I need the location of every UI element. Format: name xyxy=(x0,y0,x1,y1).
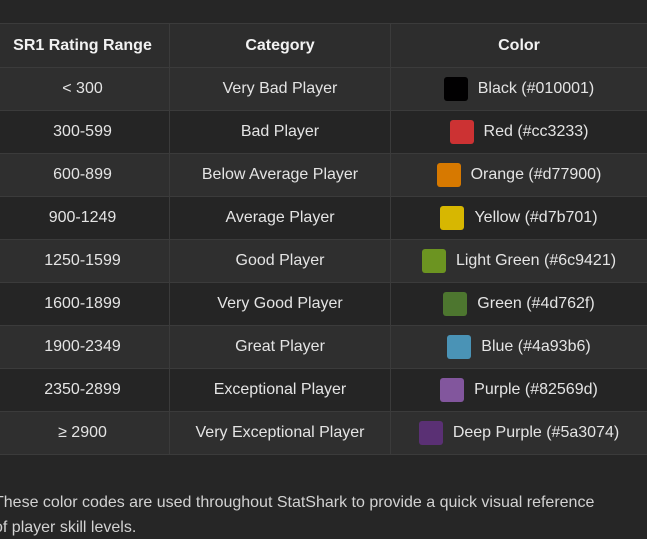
color-swatch xyxy=(436,163,461,187)
rating-range-cell: 600-899 xyxy=(0,154,170,196)
table-row: 1250-1599 Good Player Light Green (#6c9421… xyxy=(0,240,647,283)
skill-color-table: SR1 Rating Range Category Color < 300 Ver… xyxy=(0,23,647,455)
color-label: Blue (#4a93b6) xyxy=(481,338,591,355)
color-label: Red (#cc3233) xyxy=(483,123,589,140)
category-cell: Bad Player xyxy=(170,111,391,153)
table-row: < 300 Very Bad Player Black (#010001) xyxy=(0,68,647,111)
note-line-2: of player skill levels. xyxy=(0,519,137,536)
color-label: Orange (#d77900) xyxy=(470,166,602,183)
category-cell: Exceptional Player xyxy=(170,369,391,411)
category-cell: Very Exceptional Player xyxy=(170,412,391,454)
header-color: Color xyxy=(498,36,540,54)
color-swatch xyxy=(443,292,468,316)
table-row: 1900-2349 Great Player Blue (#4a93b6) xyxy=(0,326,647,369)
header-category: Category xyxy=(170,24,391,67)
color-label: Green (#4d762f) xyxy=(477,295,595,312)
color-swatch xyxy=(418,421,443,445)
color-cell: Light Green (#6c9421) xyxy=(391,240,647,282)
table-row: 900-1249 Average Player Yellow (#d7b701) xyxy=(0,197,647,240)
category-cell: Average Player xyxy=(170,197,391,239)
color-swatch xyxy=(421,249,446,273)
color-swatch xyxy=(440,378,465,402)
category-cell: Good Player xyxy=(170,240,391,282)
color-label: Deep Purple (#5a3074) xyxy=(452,424,620,441)
note-line-1: These color codes are used throughout St… xyxy=(0,494,595,511)
table-row: 300-599 Bad Player Red (#cc3233) xyxy=(0,111,647,154)
rating-range-cell: 1900-2349 xyxy=(0,326,170,368)
color-label: Black (#010001) xyxy=(477,80,595,97)
color-cell: Black (#010001) xyxy=(391,68,647,110)
category-cell: Very Good Player xyxy=(170,283,391,325)
rating-range-cell: 2350-2899 xyxy=(0,369,170,411)
color-swatch xyxy=(449,120,474,144)
table-row: ≥ 2900 Very Exceptional Player Deep Purple… xyxy=(0,412,647,455)
category-cell: Very Bad Player xyxy=(170,68,391,110)
table-header-row: SR1 Rating Range Category Color xyxy=(0,24,647,68)
category-cell: Great Player xyxy=(170,326,391,368)
table-row: 600-899 Below Average Player Orange (#d779… xyxy=(0,154,647,197)
category-cell: Below Average Player xyxy=(170,154,391,196)
color-swatch xyxy=(443,77,468,101)
color-swatch xyxy=(440,206,465,230)
color-label: Light Green (#6c9421) xyxy=(455,252,617,269)
rating-range-cell: 900-1249 xyxy=(0,197,170,239)
rating-range-cell: < 300 xyxy=(0,68,170,110)
color-codes-note: These color codes are used throughout St… xyxy=(0,490,647,539)
color-cell: Red (#cc3233) xyxy=(391,111,647,153)
header-sr1-rating-range: SR1 Rating Range xyxy=(0,24,170,67)
color-swatch xyxy=(447,335,472,359)
table-row: 2350-2899 Exceptional Player Purple (#8256… xyxy=(0,369,647,412)
color-cell: Deep Purple (#5a3074) xyxy=(391,412,647,454)
color-cell: Yellow (#d7b701) xyxy=(391,197,647,239)
rating-range-cell: 1250-1599 xyxy=(0,240,170,282)
rating-range-cell: ≥ 2900 xyxy=(0,412,170,454)
color-label: Yellow (#d7b701) xyxy=(474,209,598,226)
color-cell: Purple (#82569d) xyxy=(391,369,647,411)
color-cell: Blue (#4a93b6) xyxy=(391,326,647,368)
color-label: Purple (#82569d) xyxy=(474,381,598,398)
color-cell: Orange (#d77900) xyxy=(391,154,647,196)
color-cell: Green (#4d762f) xyxy=(391,283,647,325)
rating-range-cell: 1600-1899 xyxy=(0,283,170,325)
table-row: 1600-1899 Very Good Player Green (#4d762f) xyxy=(0,283,647,326)
rating-range-cell: 300-599 xyxy=(0,111,170,153)
